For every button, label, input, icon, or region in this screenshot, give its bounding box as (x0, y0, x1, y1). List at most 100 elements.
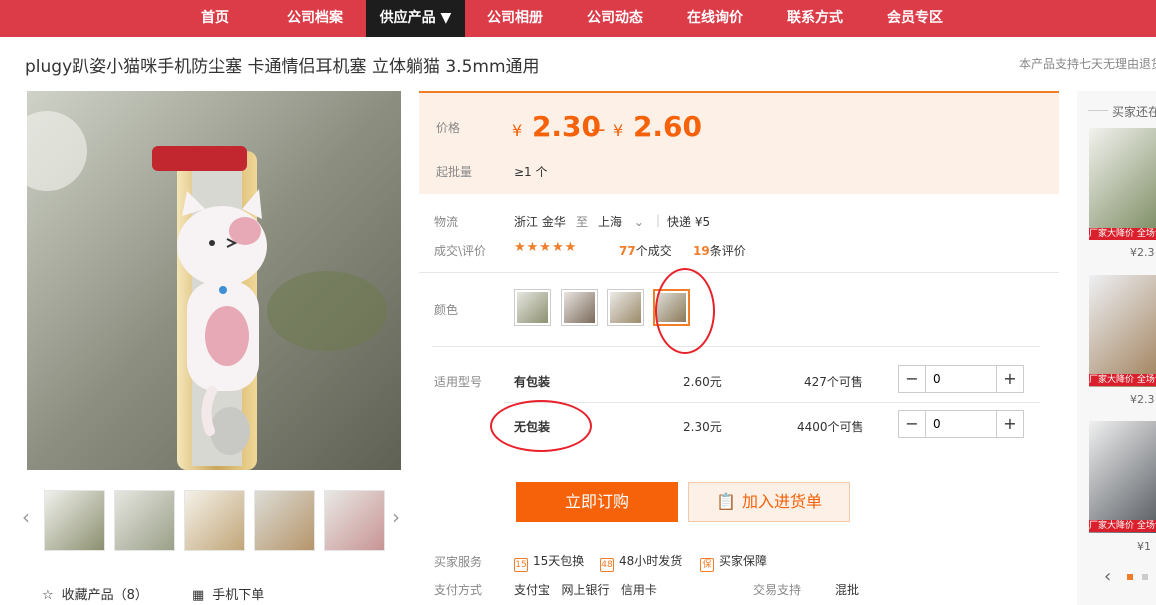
model-label: 适用型号 (434, 375, 483, 389)
buy-now-button[interactable]: 立即订购 (516, 482, 678, 522)
add-to-cart-button[interactable]: 📋 加入进货单 (688, 482, 850, 522)
logistics-from: 浙江 金华 (514, 215, 566, 229)
reviews-count[interactable]: 19条评价 (693, 242, 746, 259)
nav-members[interactable]: 会员专区 (870, 0, 960, 37)
currency-symbol: ¥ (512, 121, 523, 140)
price-label: 价格 (436, 121, 461, 135)
thumbnail[interactable] (114, 490, 175, 551)
color-label: 颜色 (434, 303, 459, 317)
nav-products[interactable]: 供应产品 ▼ (366, 0, 465, 37)
deals-suffix: 个成交 (635, 244, 672, 258)
thumbnail[interactable] (44, 490, 105, 551)
nav-news[interactable]: 公司动态 (570, 0, 660, 37)
annotation-circle (490, 400, 592, 452)
trade-support-label: 交易支持 (753, 583, 802, 597)
thumbnail[interactable] (184, 490, 245, 551)
product-title: plugy趴姿小猫咪手机防尘塞 卡通情侣耳机塞 立体躺猫 3.5mm通用 (25, 57, 540, 77)
logistics-to-word: 至 (576, 215, 589, 229)
express-fee: 快递 ¥5 (667, 215, 711, 229)
qrcode-icon: ▦ (192, 588, 205, 603)
deals-count[interactable]: 77个成交 (619, 242, 672, 259)
promo-badge: 厂家大降价 全场包邮 (1089, 520, 1156, 532)
recommend-price: ¥2.3 (1130, 246, 1155, 259)
nav-company-profile[interactable]: 公司档案 (270, 0, 360, 37)
recommend-price: ¥1 (1137, 540, 1151, 553)
recommend-image[interactable] (1089, 421, 1156, 533)
favorite-product-link[interactable]: ☆ 收藏产品（8） (42, 584, 148, 603)
quantity-input[interactable] (927, 411, 997, 437)
price-high-value: 2.60 (632, 110, 703, 143)
favorite-label: 收藏产品（8） (61, 588, 148, 603)
moq-value: ≥1 个 (514, 165, 548, 179)
mobile-order-label: 手机下单 (212, 588, 265, 603)
plus-icon[interactable]: + (996, 411, 1023, 437)
recommend-image[interactable] (1089, 128, 1156, 240)
minus-icon[interactable]: − (899, 411, 926, 437)
recommend-image[interactable] (1089, 275, 1156, 387)
service-label: 买家保障 (719, 554, 768, 568)
color-swatch[interactable] (607, 289, 644, 326)
nav-contact[interactable]: 联系方式 (770, 0, 860, 37)
moq-label: 起批量 (436, 165, 473, 179)
price-low: ¥ 2.30 (512, 110, 601, 143)
payment-label: 支付方式 (434, 583, 483, 597)
thumbnail[interactable] (254, 490, 315, 551)
trade-support-value: 混批 (835, 583, 860, 597)
nav-album[interactable]: 公司相册 (470, 0, 560, 37)
exchange-15-icon: 15 (514, 558, 528, 572)
promo-badge: 厂家大降价 全场包邮 (1089, 374, 1156, 386)
return-notice: 本产品支持七天无理由退货 (1019, 57, 1156, 71)
reviews-number: 19 (693, 244, 710, 258)
service-item: 保买家保障 (700, 552, 767, 572)
model-stock: 4400个可售 (797, 420, 864, 434)
prev-arrow-icon[interactable]: ‹ (1104, 566, 1111, 587)
divider (1088, 110, 1108, 111)
page-dot[interactable] (1142, 574, 1148, 580)
services-label: 买家服务 (434, 555, 483, 569)
annotation-circle (655, 268, 715, 354)
thumbnail[interactable] (324, 490, 385, 551)
clipboard-icon: 📋 (716, 492, 736, 511)
thumb-next-icon[interactable]: › (392, 505, 400, 529)
page-dot-active[interactable] (1127, 574, 1133, 580)
add-to-cart-label: 加入进货单 (741, 492, 822, 511)
thumb-prev-icon[interactable]: ‹ (22, 505, 30, 529)
divider (419, 272, 1059, 273)
guarantee-icon: 保 (700, 558, 714, 572)
divider (432, 346, 1040, 347)
color-swatch[interactable] (514, 289, 551, 326)
service-item: 48 48小时发货 (600, 552, 682, 572)
service-label: 15天包换 (533, 554, 585, 568)
product-main-image[interactable] (27, 91, 401, 470)
color-swatch[interactable] (561, 289, 598, 326)
service-item: 15 15天包换 (514, 552, 584, 572)
minus-icon[interactable]: − (899, 366, 926, 392)
recommend-title: 买家还在看 (1112, 105, 1156, 119)
price-high: ¥ 2.60 (613, 110, 702, 143)
plus-icon[interactable]: + (996, 366, 1023, 392)
logistics-destination-select[interactable]: 上海 ⌄ (598, 213, 644, 230)
top-nav: 首页 公司档案 供应产品 ▼ 公司相册 公司动态 在线询价 联系方式 会员专区 (0, 0, 1156, 37)
logistics-label: 物流 (434, 215, 459, 229)
reviews-suffix: 条评价 (709, 244, 746, 258)
cat-plug-photo (27, 91, 401, 470)
rating-stars-icon: ★★★★★ (514, 240, 578, 255)
recommend-price: ¥2.3 (1130, 393, 1155, 406)
star-outline-icon: ☆ (42, 588, 54, 603)
quantity-stepper: − + (898, 410, 1024, 438)
shipping-48-icon: 48 (600, 558, 614, 572)
quantity-stepper: − + (898, 365, 1024, 393)
nav-inquiry[interactable]: 在线询价 (670, 0, 760, 37)
rating-label: 成交\评价 (434, 244, 487, 258)
promo-badge: 厂家大降价 全场包邮 (1089, 228, 1156, 240)
divider: | (656, 213, 661, 227)
model-name: 有包装 (514, 375, 551, 389)
model-price: 2.30元 (683, 420, 722, 434)
destination-value: 上海 (598, 215, 623, 229)
divider (504, 402, 1040, 403)
nav-home[interactable]: 首页 (170, 0, 260, 37)
mobile-order-link[interactable]: ▦ 手机下单 (192, 584, 264, 603)
deals-number: 77 (619, 244, 636, 258)
chevron-down-icon: ⌄ (633, 215, 644, 229)
quantity-input[interactable] (927, 366, 997, 392)
